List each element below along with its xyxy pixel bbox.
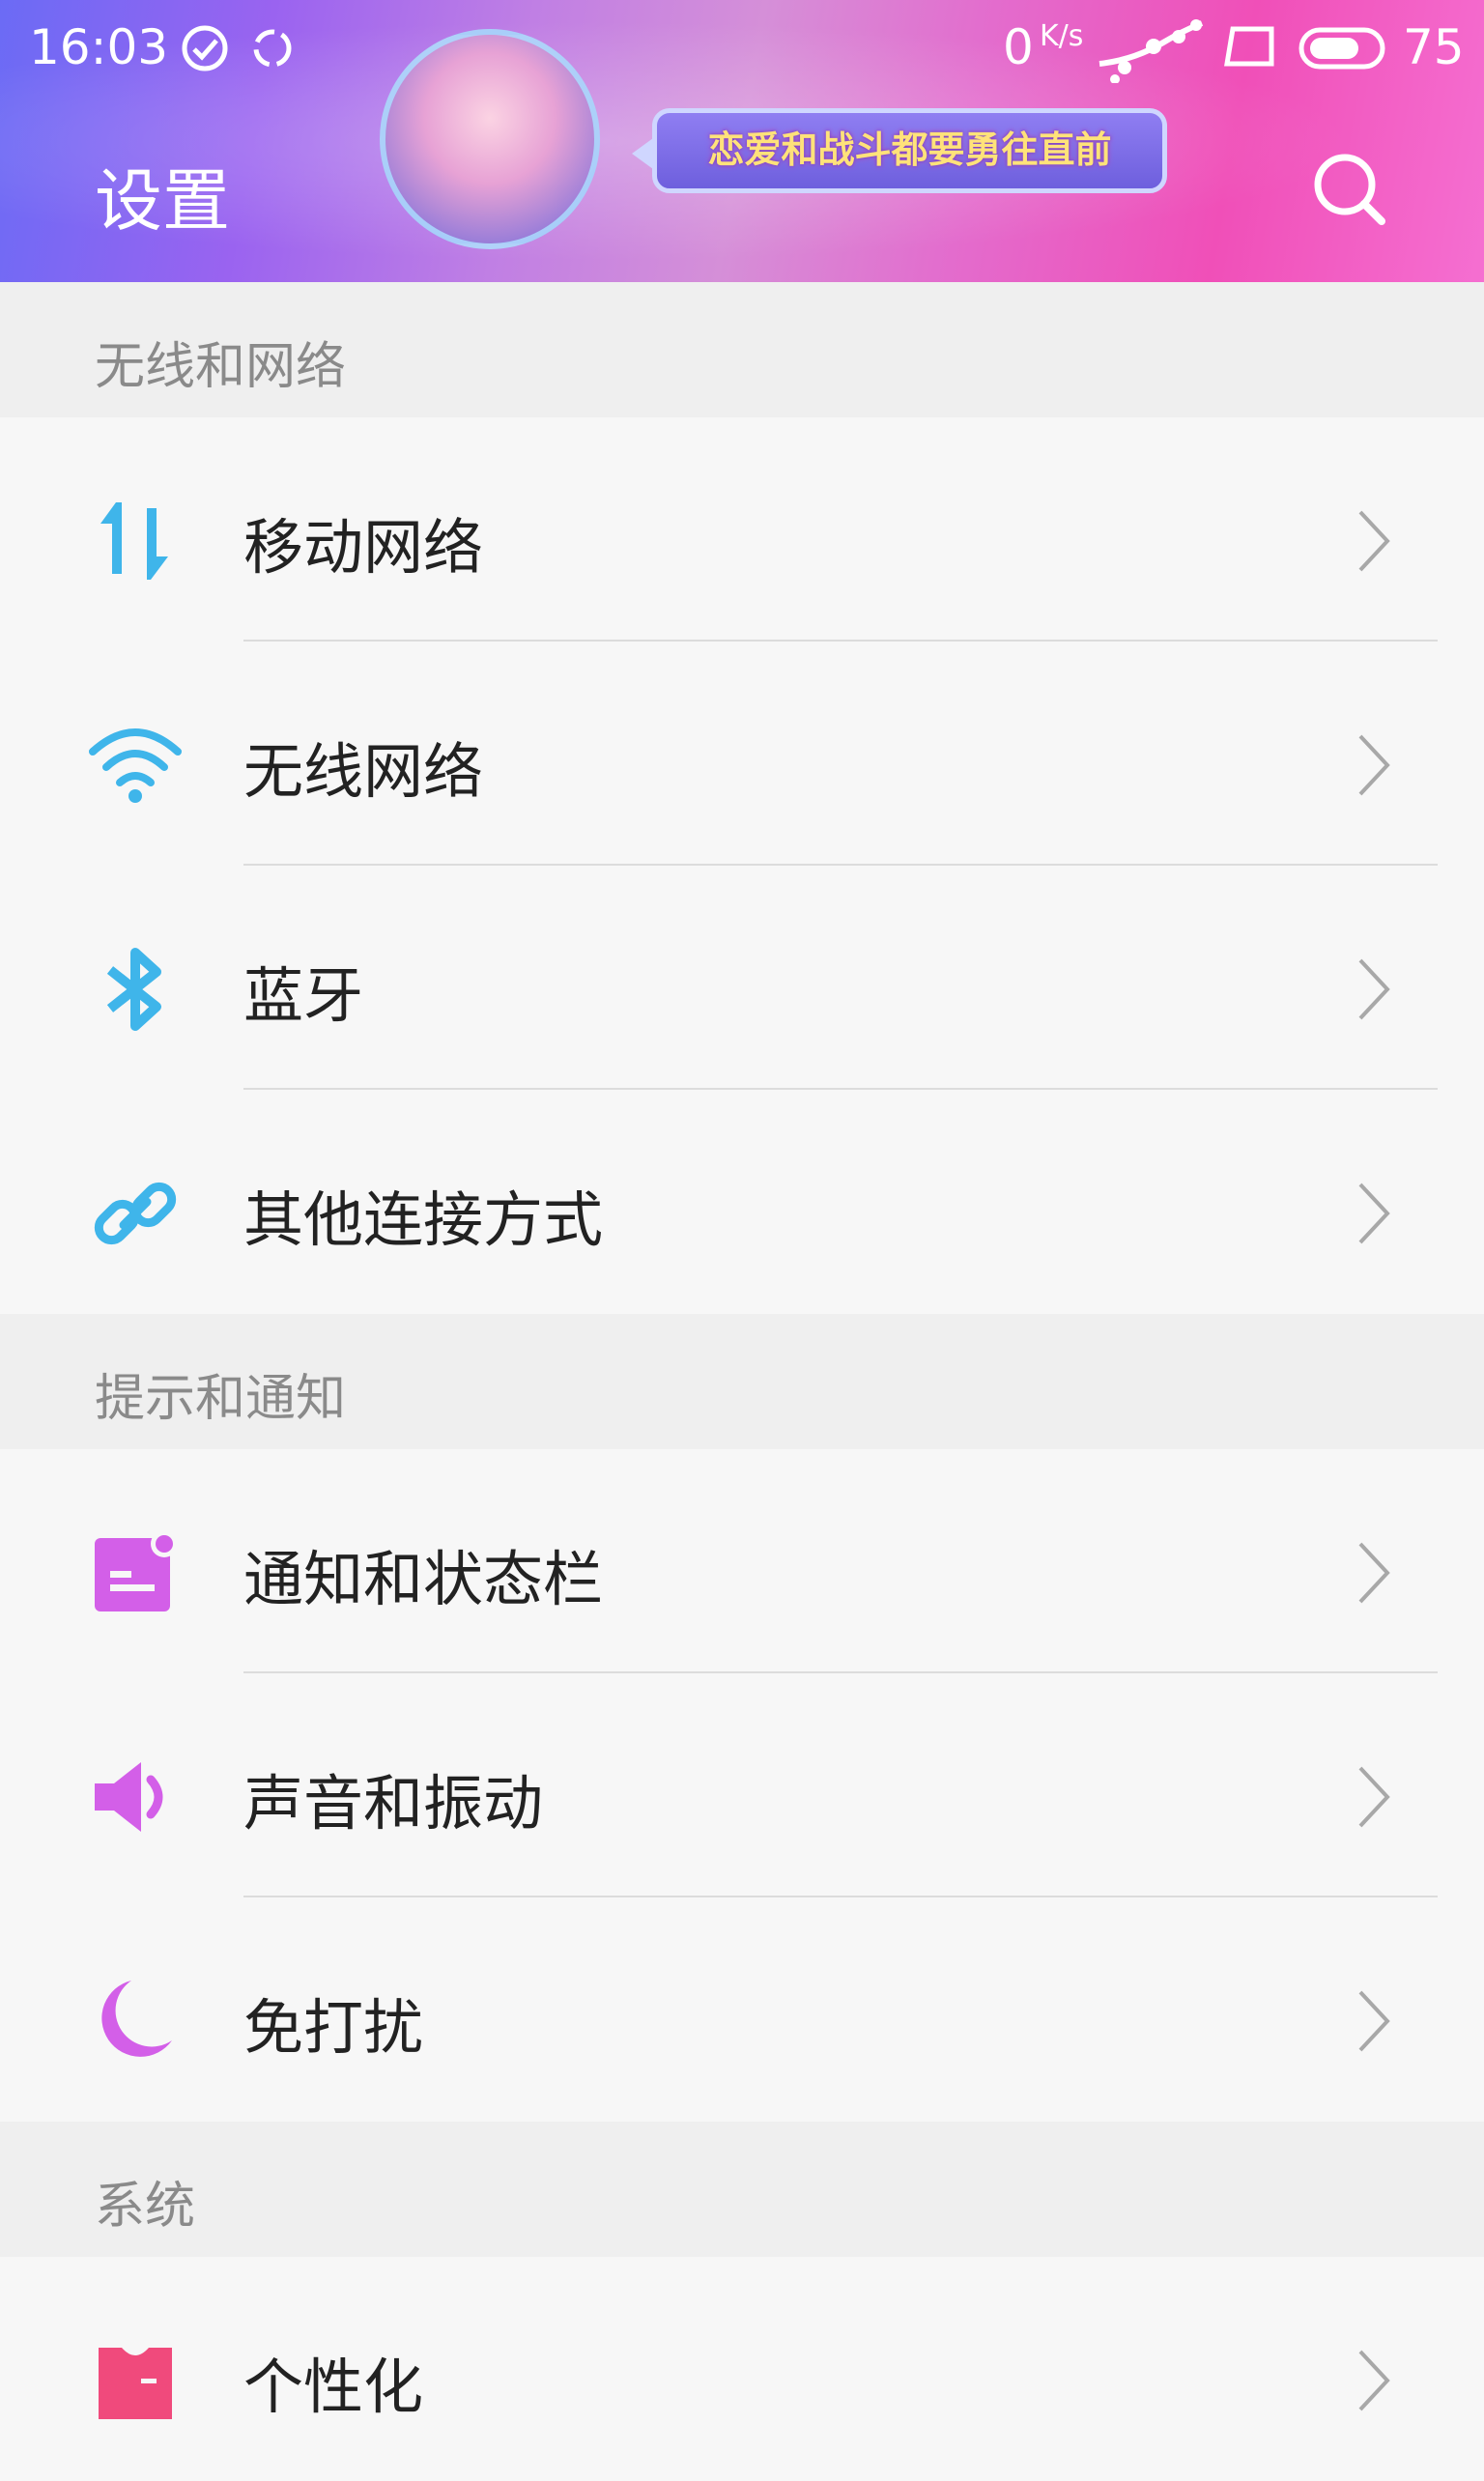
settings-item-label: 蓝牙	[243, 960, 364, 1031]
settings-item-mobile-network[interactable]: 移动网络	[0, 417, 1484, 642]
search-icon[interactable]	[1310, 150, 1387, 227]
chevron-right-icon	[1358, 1542, 1390, 1604]
settings-item-do-not-disturb[interactable]: 免打扰	[0, 1897, 1484, 2122]
settings-item-label: 移动网络	[243, 512, 484, 583]
settings-item-personalization[interactable]: 个性化	[0, 2257, 1484, 2481]
blossom-icon	[1099, 19, 1204, 83]
settings-item-other-connections[interactable]: 其他连接方式	[0, 1090, 1484, 1314]
status-time: 16:03	[29, 19, 169, 75]
chevron-right-icon	[1358, 2350, 1390, 2411]
settings-item-label: 无线网络	[243, 736, 484, 807]
notification-icon	[95, 1530, 178, 1611]
status-bar: 16:03 0 K/s 75	[0, 14, 1484, 83]
section-title: 系统	[95, 2178, 196, 2236]
settings-item-bluetooth[interactable]: 蓝牙	[0, 866, 1484, 1090]
battery-icon	[1298, 27, 1385, 70]
sim-icon	[1224, 26, 1274, 67]
chevron-right-icon	[1358, 1766, 1390, 1828]
settings-item-label: 通知和状态栏	[243, 1544, 604, 1614]
section-title: 提示和通知	[95, 1370, 347, 1428]
section-header-system: 系统	[0, 2122, 1484, 2257]
header-bar: 16:03 0 K/s 75 设置 恋爱和战斗都要勇往直前	[0, 0, 1484, 282]
moon-icon	[101, 1981, 172, 2057]
check-circle-icon	[182, 25, 228, 71]
settings-item-label: 声音和振动	[243, 1768, 544, 1839]
wifi-icon	[89, 728, 182, 803]
link-icon	[94, 1182, 177, 1245]
theme-avatar[interactable]	[380, 29, 600, 249]
speaker-icon	[95, 1762, 163, 1832]
mobile-data-icon	[100, 502, 168, 580]
settings-item-wifi[interactable]: 无线网络	[0, 642, 1484, 866]
theme-shirt-icon	[99, 2348, 172, 2419]
chevron-right-icon	[1358, 1990, 1390, 2052]
chevron-right-icon	[1358, 510, 1390, 572]
net-speed-unit: K/s	[1040, 19, 1084, 53]
sync-icon	[253, 29, 292, 68]
net-speed: 0	[1003, 19, 1034, 75]
chevron-right-icon	[1358, 734, 1390, 796]
battery-percent: 75	[1403, 19, 1465, 75]
section-header-wireless: 无线和网络	[0, 282, 1484, 417]
settings-item-label: 其他连接方式	[243, 1184, 604, 1255]
settings-item-label: 免打扰	[243, 1992, 424, 2063]
chevron-right-icon	[1358, 958, 1390, 1020]
settings-item-notifications[interactable]: 通知和状态栏	[0, 1449, 1484, 1673]
settings-item-label: 个性化	[243, 2352, 424, 2422]
bluetooth-icon	[106, 948, 161, 1031]
section-title: 无线和网络	[95, 338, 347, 396]
page-title: 设置	[95, 161, 230, 241]
section-header-notify: 提示和通知	[0, 1314, 1484, 1449]
settings-item-sound[interactable]: 声音和振动	[0, 1673, 1484, 1897]
theme-banner[interactable]: 恋爱和战斗都要勇往直前	[632, 108, 1167, 193]
chevron-right-icon	[1358, 1183, 1390, 1244]
